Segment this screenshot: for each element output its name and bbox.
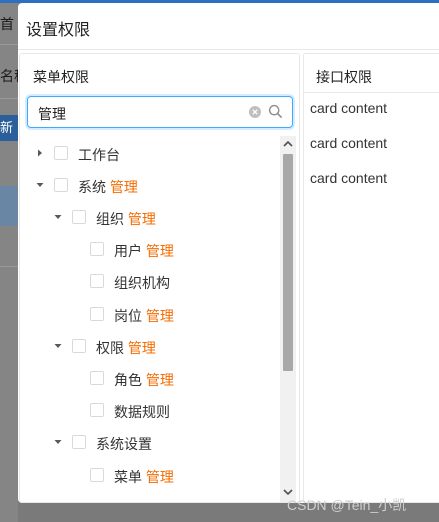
card-content: card content	[310, 100, 388, 116]
tree-node-org-structure[interactable]: 组织机构	[20, 266, 282, 298]
tree-checkbox[interactable]	[90, 403, 104, 417]
tree-node-data-rules[interactable]: 数据规则	[20, 395, 282, 427]
tree-node-menu[interactable]: 菜单 管理	[20, 460, 282, 492]
tree-node-workbench[interactable]: 工作台	[20, 138, 282, 170]
tree-node-label: 权限 管理	[96, 340, 156, 356]
tree-node-permission[interactable]: 权限 管理	[20, 331, 282, 363]
tree-checkbox[interactable]	[90, 242, 104, 256]
caret-down-icon[interactable]	[35, 180, 45, 190]
tree-node-role[interactable]: 角色 管理	[20, 363, 282, 395]
tree-node-position[interactable]: 岗位 管理	[20, 299, 282, 331]
tree-node-label: 岗位 管理	[114, 308, 174, 324]
tree-checkbox[interactable]	[72, 339, 86, 353]
menu-tree: 工作台 系统 管理 组织 管理 用户 管理 组织机构 岗位 管理 权限 管理 角…	[20, 136, 282, 502]
caret-down-icon[interactable]	[53, 341, 63, 351]
card-content: card content	[310, 170, 388, 186]
api-permission-title: 接口权限	[316, 69, 372, 85]
tree-node-system[interactable]: 系统 管理	[20, 170, 282, 202]
tree-node-label: 组织 管理	[96, 211, 156, 227]
tree-checkbox[interactable]	[90, 371, 104, 385]
menu-permission-title: 菜单权限	[33, 69, 89, 85]
tree-node-label: 系统 管理	[78, 179, 138, 195]
tree-node-organization[interactable]: 组织 管理	[20, 202, 282, 234]
caret-down-icon[interactable]	[53, 212, 63, 222]
tree-node-label: 工作台	[78, 147, 120, 163]
tree-node-label: 用户 管理	[114, 243, 174, 259]
background-divider	[0, 44, 18, 45]
tree-node-label: 数据规则	[114, 404, 170, 420]
watermark: CSDN @Tein_小凯	[287, 497, 407, 513]
search-input-value[interactable]: 管理	[38, 104, 66, 124]
tree-checkbox[interactable]	[54, 146, 68, 160]
search-icon[interactable]	[268, 104, 283, 119]
background-nav-text: 首	[0, 16, 14, 32]
permission-dialog: 设置权限 菜单权限 管理 工作台 系统 管理 组织 管理 用户 管理 组织机构 …	[18, 3, 439, 503]
tree-checkbox[interactable]	[90, 274, 104, 288]
tree-checkbox[interactable]	[72, 435, 86, 449]
scroll-up-icon[interactable]	[280, 138, 296, 150]
tree-checkbox[interactable]	[54, 178, 68, 192]
scrollbar-thumb[interactable]	[283, 154, 293, 371]
tree-node-system-settings[interactable]: 系统设置	[20, 427, 282, 459]
clear-icon[interactable]	[249, 106, 261, 118]
tree-checkbox[interactable]	[90, 307, 104, 321]
background-selected-row	[0, 186, 18, 226]
background-new-button: 新	[0, 115, 18, 141]
tree-node-label: 系统设置	[96, 436, 152, 452]
tree-node-label: 角色 管理	[114, 372, 174, 388]
tree-scrollbar[interactable]	[280, 136, 296, 502]
tree-search-input[interactable]: 管理	[27, 96, 293, 128]
dialog-title: 设置权限	[26, 22, 91, 39]
tree-node-label: 组织机构	[114, 275, 170, 291]
caret-down-icon[interactable]	[53, 437, 63, 447]
card-content: card content	[310, 135, 388, 151]
tree-node-user[interactable]: 用户 管理	[20, 234, 282, 266]
tree-checkbox[interactable]	[90, 468, 104, 482]
menu-permission-panel: 菜单权限 管理 工作台 系统 管理 组织 管理 用户 管理 组织机构 岗位 管理…	[19, 53, 300, 503]
background-divider	[0, 98, 18, 99]
tree-node-label: 菜单 管理	[114, 469, 174, 485]
dialog-header: 设置权限	[18, 3, 439, 50]
api-permission-panel: 接口权限 card content card content card cont…	[303, 53, 439, 503]
background-divider	[0, 266, 18, 267]
caret-right-icon[interactable]	[35, 148, 45, 158]
panel-divider	[304, 92, 439, 93]
tree-checkbox[interactable]	[72, 210, 86, 224]
